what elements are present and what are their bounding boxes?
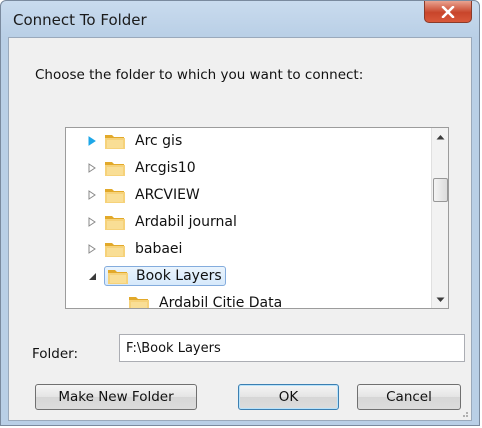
tree-item[interactable]: Book Layers bbox=[86, 265, 226, 287]
tree-item[interactable]: babaei bbox=[86, 238, 185, 260]
arrow-down-icon bbox=[436, 297, 444, 302]
tree-item-label: Book Layers bbox=[136, 268, 222, 284]
tree-item[interactable]: Ardabil journal bbox=[86, 211, 240, 233]
dialog-window: Connect To Folder Choose the folder to w… bbox=[0, 0, 480, 426]
arrow-up-icon bbox=[436, 134, 444, 139]
tree-item[interactable]: Ardabil Citie Data bbox=[110, 292, 285, 309]
expand-arrow-icon[interactable] bbox=[86, 216, 98, 228]
expand-arrow-icon[interactable] bbox=[86, 243, 98, 255]
tree-item-label: Arc gis bbox=[135, 133, 183, 149]
dialog-body: Choose the folder to which you want to c… bbox=[8, 37, 472, 421]
resize-grip-icon[interactable] bbox=[459, 408, 469, 418]
expand-arrow-icon[interactable] bbox=[86, 162, 98, 174]
selected-highlight[interactable]: Book Layers bbox=[104, 266, 226, 286]
folder-icon bbox=[104, 159, 126, 177]
folder-label: Folder: bbox=[32, 346, 79, 362]
folder-path-input[interactable] bbox=[119, 334, 465, 362]
expand-arrow-icon[interactable] bbox=[86, 135, 98, 147]
scroll-thumb[interactable] bbox=[433, 178, 448, 202]
window-title: Connect To Folder bbox=[13, 11, 147, 29]
folder-icon bbox=[128, 294, 150, 308]
vertical-scrollbar[interactable] bbox=[431, 128, 448, 308]
tree-item-label: ARCVIEW bbox=[135, 187, 200, 203]
folder-icon bbox=[104, 240, 126, 258]
prompt-text: Choose the folder to which you want to c… bbox=[35, 67, 364, 83]
folder-icon bbox=[104, 132, 126, 150]
expand-arrow-icon[interactable] bbox=[86, 189, 98, 201]
folder-tree[interactable]: Arc gis Arcgis10 ARCVIEW Ardabil journal bab… bbox=[65, 127, 449, 309]
close-button[interactable] bbox=[424, 1, 472, 23]
folder-icon bbox=[104, 213, 126, 231]
tree-item[interactable]: ARCVIEW bbox=[86, 184, 203, 206]
title-bar[interactable]: Connect To Folder bbox=[1, 1, 479, 37]
close-x-icon bbox=[441, 5, 455, 18]
ok-button[interactable]: OK bbox=[238, 384, 339, 410]
tree-item-label: Ardabil Citie Data bbox=[159, 295, 283, 309]
scroll-up-arrow[interactable] bbox=[432, 128, 448, 145]
tree-item[interactable]: Arc gis bbox=[86, 130, 185, 152]
tree-item-label: Ardabil journal bbox=[135, 214, 237, 230]
collapse-arrow-icon[interactable] bbox=[86, 270, 98, 282]
tree-item-label: Arcgis10 bbox=[135, 160, 196, 176]
tree-item[interactable]: Arcgis10 bbox=[86, 157, 199, 179]
make-new-folder-button[interactable]: Make New Folder bbox=[35, 384, 197, 410]
cancel-button[interactable]: Cancel bbox=[357, 384, 461, 410]
scroll-down-arrow[interactable] bbox=[432, 291, 448, 308]
folder-icon bbox=[104, 186, 126, 204]
tree-item-label: babaei bbox=[135, 241, 183, 257]
folder-icon bbox=[107, 267, 129, 285]
